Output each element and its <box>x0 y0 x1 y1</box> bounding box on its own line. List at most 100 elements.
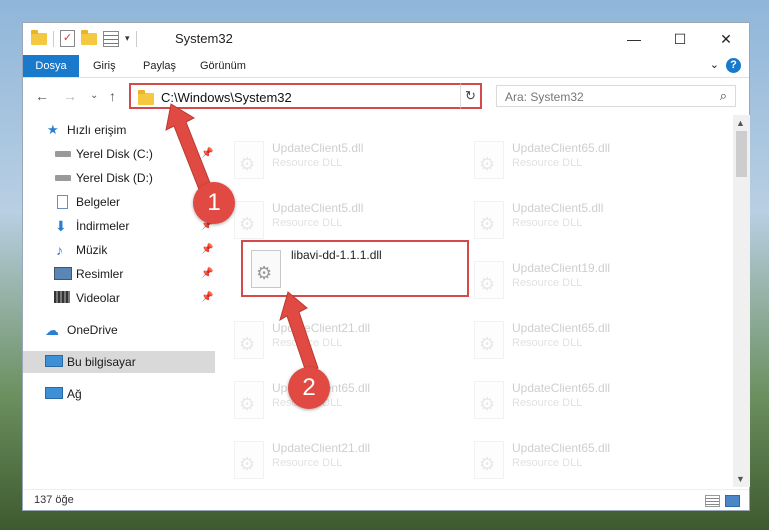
file-item[interactable]: UpdateClient5.dll Resource DLL <box>218 195 448 245</box>
file-type: Resource DLL <box>272 217 343 229</box>
properties-check-icon[interactable]: ✓ <box>60 30 75 47</box>
file-item[interactable]: UpdateClient65.dll Resource DLL <box>458 435 688 485</box>
star-icon: ★ <box>47 122 59 137</box>
file-item[interactable]: UpdateClient65.dll Resource DLL <box>458 375 688 425</box>
dll-file-icon <box>234 441 264 479</box>
refresh-button[interactable]: ↻ <box>460 83 482 109</box>
sidebar-item-pictures[interactable]: Resimler 📌 <box>23 263 215 285</box>
item-count: 137 öğe <box>34 494 74 506</box>
scroll-thumb[interactable] <box>736 131 747 177</box>
tab-file[interactable]: Dosya <box>23 55 79 77</box>
sidebar-item-label: Videolar <box>76 291 120 305</box>
file-item[interactable]: UpdateClient65.dll Resource DLL <box>458 135 688 185</box>
network-icon <box>45 387 63 399</box>
sidebar-item-local-disk-d[interactable]: Yerel Disk (D:) <box>23 167 215 189</box>
file-name: UpdateClient21.dll <box>272 321 371 335</box>
large-icons-view-icon[interactable] <box>725 495 740 507</box>
file-name: UpdateClient5.dll <box>272 201 364 215</box>
pin-icon[interactable]: 📌 <box>201 239 213 261</box>
close-button[interactable]: ✕ <box>703 23 749 55</box>
file-item[interactable]: UpdateClient5.dll Resource DLL <box>218 135 448 185</box>
details-view-icon[interactable] <box>705 495 720 507</box>
ribbon-expand-icon[interactable]: ⌄ <box>710 58 719 71</box>
file-type: Resource DLL <box>512 397 583 409</box>
chevron-down-icon[interactable]: ▾ <box>125 33 130 44</box>
sidebar-item-music[interactable]: ♪ Müzik 📌 <box>23 239 215 261</box>
address-bar[interactable]: C:\Windows\System32 ⌄ <box>129 83 479 109</box>
scroll-up-icon[interactable]: ▲ <box>736 118 745 128</box>
file-type: Resource DLL <box>512 277 583 289</box>
file-type: Resource DLL <box>512 157 583 169</box>
dll-file-icon <box>474 381 504 419</box>
close-icon: ✕ <box>720 31 732 47</box>
cloud-icon: ☁ <box>45 322 59 338</box>
file-name: UpdateClient5.dll <box>512 201 604 215</box>
file-type: Resource DLL <box>272 457 343 469</box>
music-icon: ♪ <box>56 242 63 258</box>
minimize-icon: — <box>627 31 641 47</box>
dll-file-icon <box>474 141 504 179</box>
scroll-down-icon[interactable]: ▼ <box>736 474 745 484</box>
folder-icon[interactable] <box>31 29 47 45</box>
recent-locations-chevron-icon[interactable]: ⌄ <box>90 90 98 101</box>
sidebar-item-label: Ağ <box>67 387 82 401</box>
window-title: System32 <box>175 31 233 46</box>
status-bar: 137 öğe <box>23 489 749 512</box>
tab-share[interactable]: Paylaş <box>143 55 176 77</box>
file-type: Resource DLL <box>512 337 583 349</box>
address-path[interactable]: C:\Windows\System32 <box>161 90 292 105</box>
maximize-button[interactable]: ☐ <box>657 23 703 55</box>
navigation-bar: ← → ⌄ ↑ C:\Windows\System32 ⌄ ↻ Ara: Sys… <box>23 79 749 113</box>
minimize-button[interactable]: — <box>611 23 657 55</box>
dll-file-icon <box>251 250 281 288</box>
vertical-scrollbar[interactable]: ▲ ▼ <box>733 115 750 487</box>
view-properties-icon[interactable] <box>103 30 119 47</box>
download-icon: ⬇ <box>55 218 67 234</box>
sidebar-item-label: Resimler <box>76 267 124 281</box>
file-item[interactable]: UpdateClient65.dll Resource DLL <box>458 315 688 365</box>
pin-icon[interactable]: 📌 <box>201 287 213 309</box>
sidebar-item-label: Yerel Disk (D:) <box>76 171 153 185</box>
forward-arrow-icon[interactable]: → <box>63 88 77 104</box>
file-name: UpdateClient65.dll <box>512 441 611 455</box>
dll-file-icon <box>474 321 504 359</box>
sidebar-item-videos[interactable]: Videolar 📌 <box>23 287 215 309</box>
sidebar-item-onedrive[interactable]: ☁ OneDrive <box>23 319 215 341</box>
sidebar-item-label: İndirmeler <box>76 219 130 233</box>
highlighted-file-item[interactable]: libavi-dd-1.1.1.dll <box>241 240 469 297</box>
drive-icon <box>55 151 71 157</box>
search-input[interactable]: Ara: System32 <box>505 90 584 104</box>
sidebar-item-documents[interactable]: Belgeler <box>23 191 215 213</box>
new-folder-icon[interactable] <box>81 29 97 45</box>
file-item[interactable]: UpdateClient19.dll Resource DLL <box>458 255 688 305</box>
file-name: libavi-dd-1.1.1.dll <box>291 248 382 262</box>
drive-icon <box>55 175 71 181</box>
sidebar-item-local-disk-c[interactable]: Yerel Disk (C:) 📌 <box>23 143 215 165</box>
file-type: Resource DLL <box>512 457 583 469</box>
dll-file-icon <box>234 141 264 179</box>
back-arrow-icon[interactable]: ← <box>35 88 49 104</box>
file-name: UpdateClient65.dll <box>512 321 611 335</box>
tab-view[interactable]: Görünüm <box>200 55 246 77</box>
help-icon[interactable]: ? <box>726 58 741 73</box>
file-item[interactable]: UpdateClient21.dll Resource DLL <box>218 315 448 365</box>
pin-icon[interactable]: 📌 <box>201 263 213 285</box>
file-item[interactable]: UpdateClient5.dll Resource DLL <box>458 195 688 245</box>
file-item[interactable]: UpdateClient65.dll Resource DLL <box>218 375 448 425</box>
sidebar-item-network[interactable]: Ağ <box>23 383 215 405</box>
file-type: Resource DLL <box>272 337 343 349</box>
search-box[interactable]: Ara: System32 ⌕ <box>496 85 736 107</box>
search-icon[interactable]: ⌕ <box>720 88 727 104</box>
toolbar-divider <box>53 30 54 47</box>
dll-file-icon <box>234 381 264 419</box>
file-item[interactable]: UpdateClient21.dll Resource DLL <box>218 435 448 485</box>
tab-home[interactable]: Giriş <box>93 55 116 77</box>
file-type: Resource DLL <box>512 217 583 229</box>
pin-icon[interactable]: 📌 <box>201 143 213 165</box>
sidebar-item-quick-access[interactable]: ★ Hızlı erişim <box>23 119 215 141</box>
sidebar-item-downloads[interactable]: ⬇ İndirmeler 📌 <box>23 215 215 237</box>
toolbar-divider <box>135 30 137 47</box>
title-bar: ✓ ▾ System32 — ☐ ✕ <box>23 23 749 55</box>
sidebar-item-this-pc[interactable]: Bu bilgisayar <box>23 351 215 373</box>
up-arrow-icon[interactable]: ↑ <box>109 88 116 104</box>
